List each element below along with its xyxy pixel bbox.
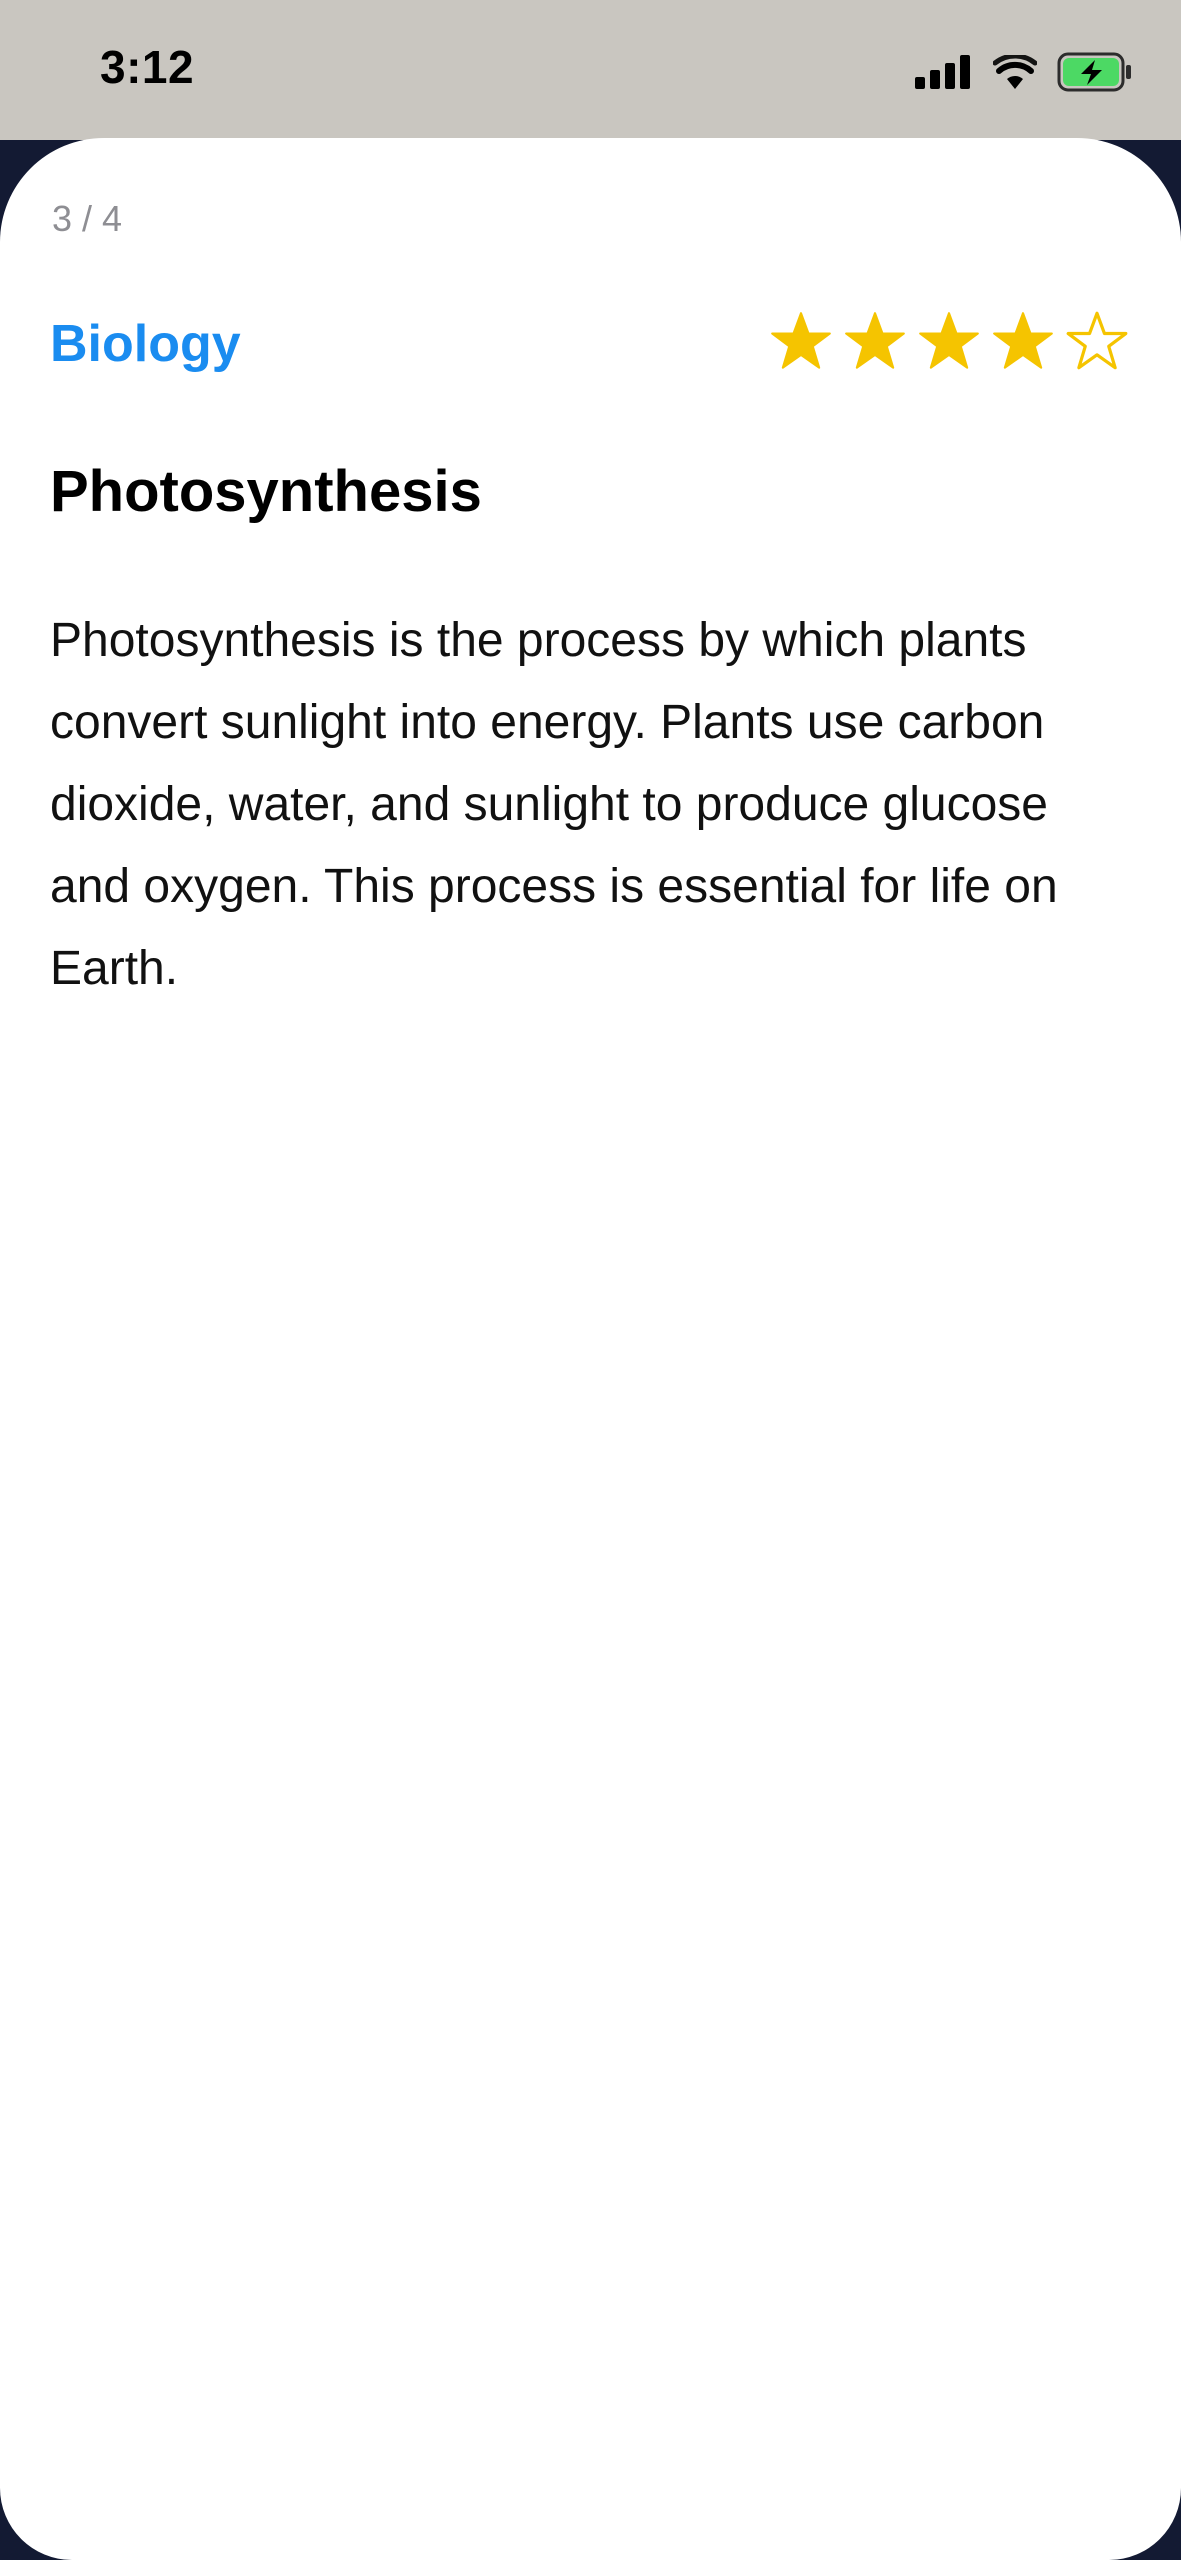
status-bar: 3:12: [0, 0, 1181, 140]
card-counter: 3 / 4: [52, 198, 123, 239]
status-icons: [915, 50, 1133, 94]
star-empty-icon[interactable]: [1065, 310, 1129, 372]
status-time: 3:12: [100, 41, 195, 93]
category-label: Biology: [50, 315, 241, 373]
battery-charging-icon: [1057, 52, 1133, 92]
star-filled-icon[interactable]: [917, 310, 981, 372]
card-body: Photosynthesis is the process by which p…: [50, 614, 1058, 995]
star-filled-icon[interactable]: [769, 310, 833, 372]
flashcard[interactable]: 3 / 4 Biology Photosynthesis Photosynthe…: [0, 138, 1181, 2560]
star-filled-icon[interactable]: [843, 310, 907, 372]
star-filled-icon[interactable]: [991, 310, 1055, 372]
card-title: Photosynthesis: [50, 459, 482, 524]
cellular-signal-icon: [915, 55, 973, 89]
wifi-icon: [993, 55, 1037, 89]
star-rating[interactable]: [769, 310, 1129, 372]
